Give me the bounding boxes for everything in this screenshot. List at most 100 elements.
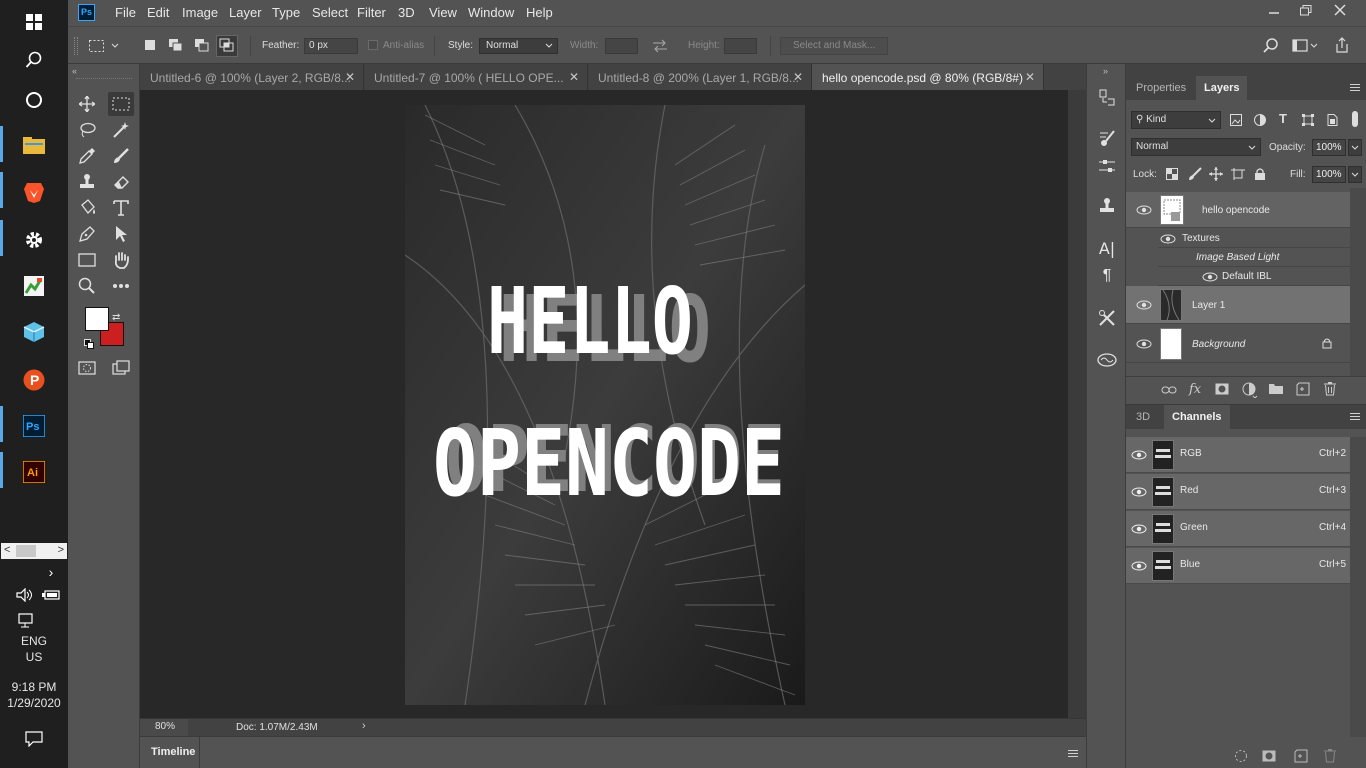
restore-button[interactable]: [1290, 0, 1322, 20]
language-indicator[interactable]: ENG US: [0, 633, 68, 665]
sketch-app-icon[interactable]: [0, 264, 68, 308]
new-selection-icon[interactable]: [144, 39, 156, 51]
blend-mode-dropdown[interactable]: Normal: [1131, 138, 1261, 156]
type-tool-icon[interactable]: [108, 196, 134, 220]
lock-image-pixels-icon[interactable]: [1188, 167, 1202, 181]
menu-image[interactable]: Image: [182, 5, 218, 20]
filter-kind-dropdown[interactable]: ⚲ Kind: [1131, 111, 1221, 129]
share-icon[interactable]: [1334, 37, 1350, 53]
screen-mode-icon[interactable]: [108, 356, 134, 380]
layers-panel-menu-icon[interactable]: [1350, 82, 1360, 93]
psiphon-icon[interactable]: P: [0, 358, 68, 402]
filter-toggle-switch[interactable]: [1352, 111, 1358, 127]
tab-layers[interactable]: Layers: [1196, 76, 1248, 100]
channel-row-green[interactable]: Green Ctrl+4: [1126, 511, 1350, 547]
status-menu-chevron-icon[interactable]: ›: [362, 720, 366, 732]
layers-scrollbar[interactable]: [1350, 188, 1366, 376]
foreground-color-swatch[interactable]: [85, 307, 109, 331]
move-tool-icon[interactable]: [74, 92, 100, 116]
save-selection-channel-icon[interactable]: [1262, 750, 1276, 762]
visibility-eye-icon[interactable]: [1136, 205, 1152, 215]
marquee-preset-icon[interactable]: [88, 38, 120, 54]
layer-effect-image-based-light[interactable]: Image Based Light: [1158, 248, 1350, 267]
volume-icon[interactable]: [16, 588, 34, 602]
channel-row-blue[interactable]: Blue Ctrl+5: [1126, 548, 1350, 584]
rectangular-marquee-tool-icon[interactable]: [108, 92, 134, 116]
clone-stamp-tool-icon[interactable]: [74, 170, 100, 194]
fx-icon[interactable]: fx: [1189, 382, 1201, 397]
lasso-tool-icon[interactable]: [74, 118, 100, 142]
default-colors-icon[interactable]: [84, 339, 94, 349]
visibility-eye-icon[interactable]: [1136, 300, 1152, 310]
history-icon[interactable]: [1095, 86, 1119, 110]
new-channel-icon[interactable]: [1294, 749, 1308, 763]
battery-icon[interactable]: [42, 590, 60, 600]
height-input[interactable]: [724, 38, 757, 54]
menu-file[interactable]: File: [115, 5, 136, 20]
close-tab-icon[interactable]: ✕: [1025, 70, 1035, 84]
layer-row-hello-opencode[interactable]: hello opencode ⌃: [1126, 192, 1360, 228]
lock-artboard-icon[interactable]: [1231, 168, 1245, 180]
file-explorer-icon[interactable]: [0, 124, 68, 168]
path-selection-tool-icon[interactable]: [108, 222, 134, 246]
lock-transparent-pixels-icon[interactable]: [1166, 168, 1178, 180]
canvas-vertical-scrollbar[interactable]: [1068, 90, 1086, 718]
tool-presets-icon[interactable]: [1095, 306, 1119, 330]
document-canvas[interactable]: HELLO OPENCODE HELLO OPENCODE: [405, 105, 805, 705]
layer-name[interactable]: Background: [1192, 339, 1245, 350]
cortana-icon[interactable]: [0, 78, 68, 122]
brave-icon[interactable]: [0, 170, 68, 214]
channels-scrollbar[interactable]: [1350, 437, 1366, 737]
quick-mask-icon[interactable]: [74, 356, 100, 380]
eraser-tool-icon[interactable]: [108, 170, 134, 194]
brush-tool-icon[interactable]: [108, 144, 134, 168]
load-channel-selection-icon[interactable]: [1234, 749, 1248, 763]
magic-wand-tool-icon[interactable]: [108, 118, 134, 142]
layer-name[interactable]: Layer 1: [1192, 300, 1225, 311]
clone-source-icon[interactable]: [1095, 194, 1119, 218]
tab-3d[interactable]: 3D: [1128, 405, 1158, 429]
search-icon[interactable]: [1263, 38, 1279, 54]
rectangle-tool-icon[interactable]: [74, 248, 100, 272]
menu-layer[interactable]: Layer: [229, 5, 262, 20]
menu-edit[interactable]: Edit: [147, 5, 169, 20]
opacity-slider-button[interactable]: [1348, 139, 1362, 156]
close-tab-icon[interactable]: ✕: [569, 70, 579, 84]
visibility-eye-icon[interactable]: [1160, 234, 1176, 244]
timeline-menu-icon[interactable]: [1068, 748, 1078, 759]
filter-type-icon[interactable]: T: [1279, 111, 1287, 126]
timeline-tab[interactable]: Timeline: [140, 737, 200, 768]
tab-channels[interactable]: Channels: [1164, 405, 1230, 429]
antialias-checkbox[interactable]: [368, 40, 378, 50]
tab-untitled-7[interactable]: Untitled-7 @ 100% ( HELLO OPE... ✕: [364, 64, 588, 90]
settings-gear-icon[interactable]: [0, 218, 68, 262]
tab-untitled-8[interactable]: Untitled-8 @ 200% (Layer 1, RGB/8... ✕: [588, 64, 812, 90]
intersect-selection-icon[interactable]: [216, 35, 238, 57]
illustrator-icon[interactable]: Ai: [0, 450, 68, 494]
visibility-eye-icon[interactable]: [1131, 561, 1147, 571]
filter-adjustment-icon[interactable]: [1254, 114, 1266, 126]
visibility-eye-icon[interactable]: [1136, 339, 1152, 349]
action-center-icon[interactable]: [25, 731, 43, 747]
close-tab-icon[interactable]: ✕: [793, 70, 803, 84]
hand-tool-icon[interactable]: [108, 248, 134, 272]
swap-dimensions-icon[interactable]: [652, 39, 668, 53]
channel-row-rgb[interactable]: RGB Ctrl+2: [1126, 437, 1350, 473]
link-layers-icon[interactable]: [1161, 385, 1177, 395]
adjustments-icon[interactable]: [1095, 154, 1119, 178]
zoom-level-field[interactable]: 80%: [140, 719, 188, 736]
filter-shape-icon[interactable]: [1302, 114, 1314, 126]
brush-settings-icon[interactable]: [1095, 126, 1119, 150]
layer-name[interactable]: hello opencode: [1202, 205, 1270, 216]
photoshop-icon[interactable]: Ps: [0, 404, 68, 448]
add-to-selection-icon[interactable]: [168, 38, 184, 52]
opacity-input[interactable]: 100%: [1312, 139, 1346, 156]
character-panel-icon[interactable]: A|: [1095, 236, 1119, 260]
close-tab-icon[interactable]: ✕: [345, 70, 355, 84]
paint-bucket-tool-icon[interactable]: [74, 196, 100, 220]
taskbar-clock[interactable]: 9:18 PM 1/29/2020: [0, 679, 68, 711]
filter-pixel-icon[interactable]: [1230, 114, 1242, 126]
visibility-eye-icon[interactable]: [1202, 272, 1218, 282]
add-mask-icon[interactable]: [1215, 383, 1229, 395]
libraries-cloud-icon[interactable]: [1095, 348, 1119, 372]
